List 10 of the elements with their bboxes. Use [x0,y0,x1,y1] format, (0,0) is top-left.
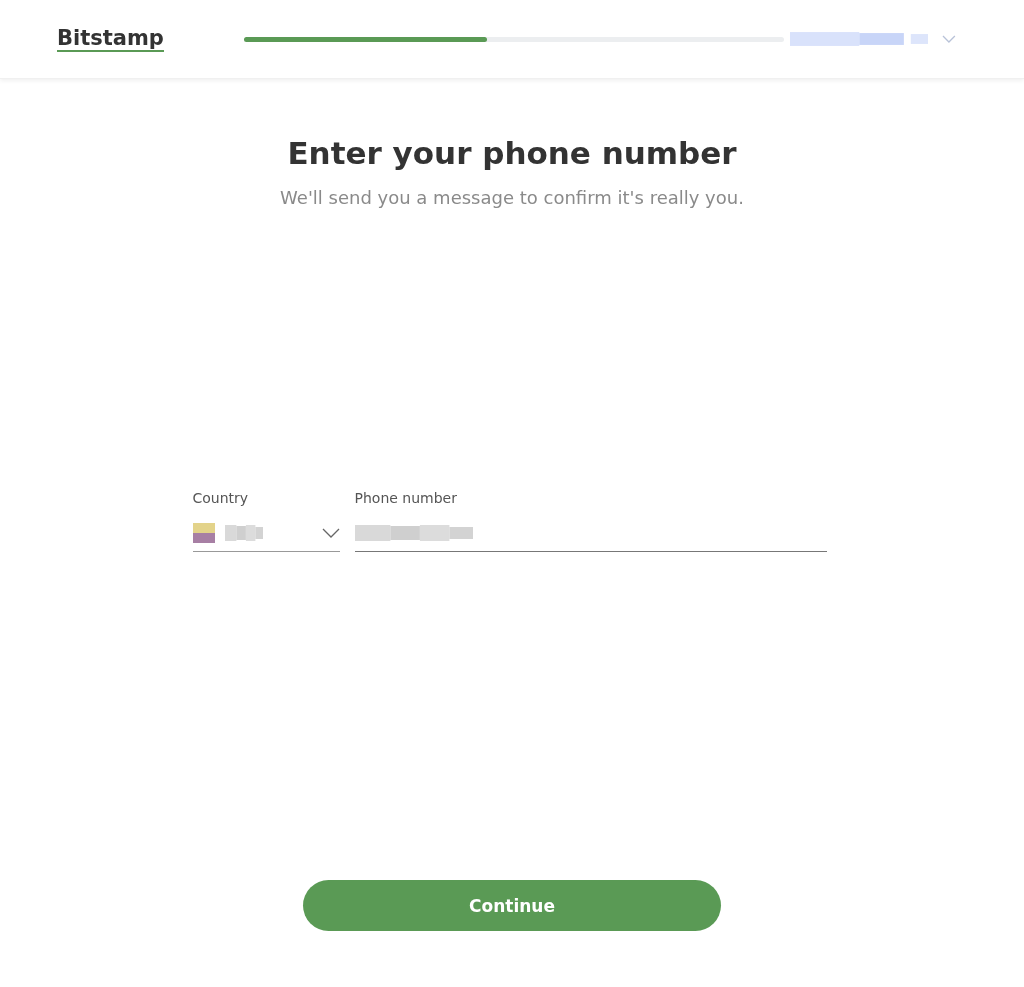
field-label: Country [192,490,250,506]
redacted-text-icon [224,522,263,543]
chevron-down-icon [321,527,340,538]
chevron-down-icon[interactable] [942,35,956,43]
page-title: Enter your phone number [287,135,737,171]
logo[interactable]: Bitstamp [57,26,164,52]
flag-icon [192,522,215,543]
page-subtitle: We'll send you a message to confirm it's really you. [280,187,744,208]
redacted-text-icon [354,522,473,543]
field-label: Phone number [354,490,458,506]
